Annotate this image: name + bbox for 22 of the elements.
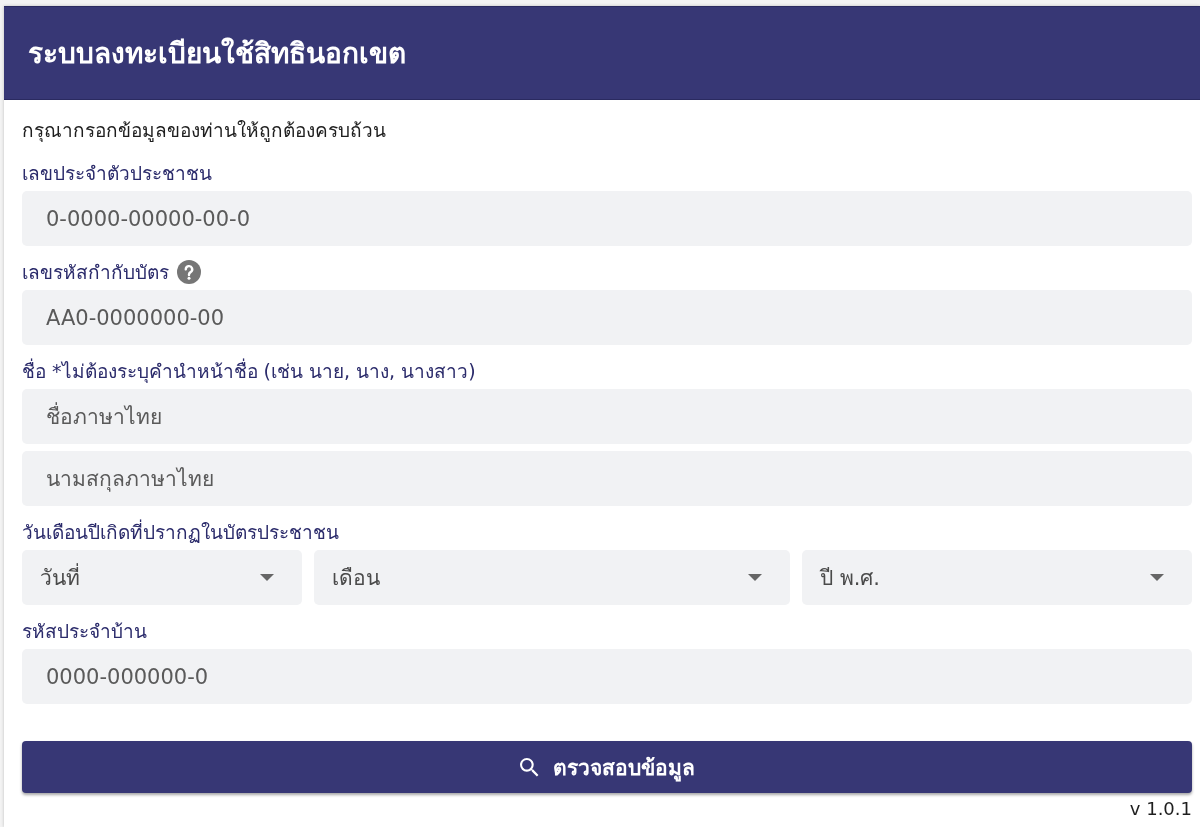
text-field[interactable]: AA0-0000000-00 <box>22 290 1192 345</box>
check-data-button[interactable]: ตรวจสอบข้อมูล <box>22 741 1192 793</box>
text-field[interactable]: ชื่อภาษาไทย <box>22 389 1192 444</box>
caret-icon <box>260 574 274 581</box>
page-title: ระบบลงทะเบียนใช้สิทธินอกเขต <box>28 36 406 72</box>
dropdown[interactable]: วันที่ <box>22 550 302 605</box>
dropdown[interactable]: เดือน <box>314 550 790 605</box>
dropdown[interactable]: ปี พ.ศ. <box>802 550 1192 605</box>
text-field[interactable]: 0-0000-00000-00-0 <box>22 191 1192 246</box>
caret-icon <box>748 574 762 581</box>
version-text: v 1.0.1 <box>1129 799 1192 819</box>
search-icon <box>519 757 539 777</box>
text-field[interactable]: นามสกุลภาษาไทย <box>22 451 1192 506</box>
instruction-text: กรุณากรอกข้อมูลของท่านให้ถูกต้องครบถ้วน <box>22 118 387 144</box>
field-label: เลขประจำตัวประชาชน <box>22 161 212 186</box>
text-field[interactable]: 0000-000000-0 <box>22 649 1192 704</box>
field-label: รหัสประจำบ้าน <box>22 619 147 644</box>
caret-icon <box>1150 574 1164 581</box>
field-label: วันเดือนปีเกิดที่ปรากฏในบัตรประชาชน <box>22 518 339 545</box>
field-label: เลขรหัสกำกับบัตร <box>22 260 169 285</box>
field-label: ชื่อ *ไม่ต้องระบุคำนำหน้าชื่อ (เช่น นาย, นาง, นางสาว) <box>22 357 476 385</box>
help-icon[interactable] <box>177 260 201 284</box>
